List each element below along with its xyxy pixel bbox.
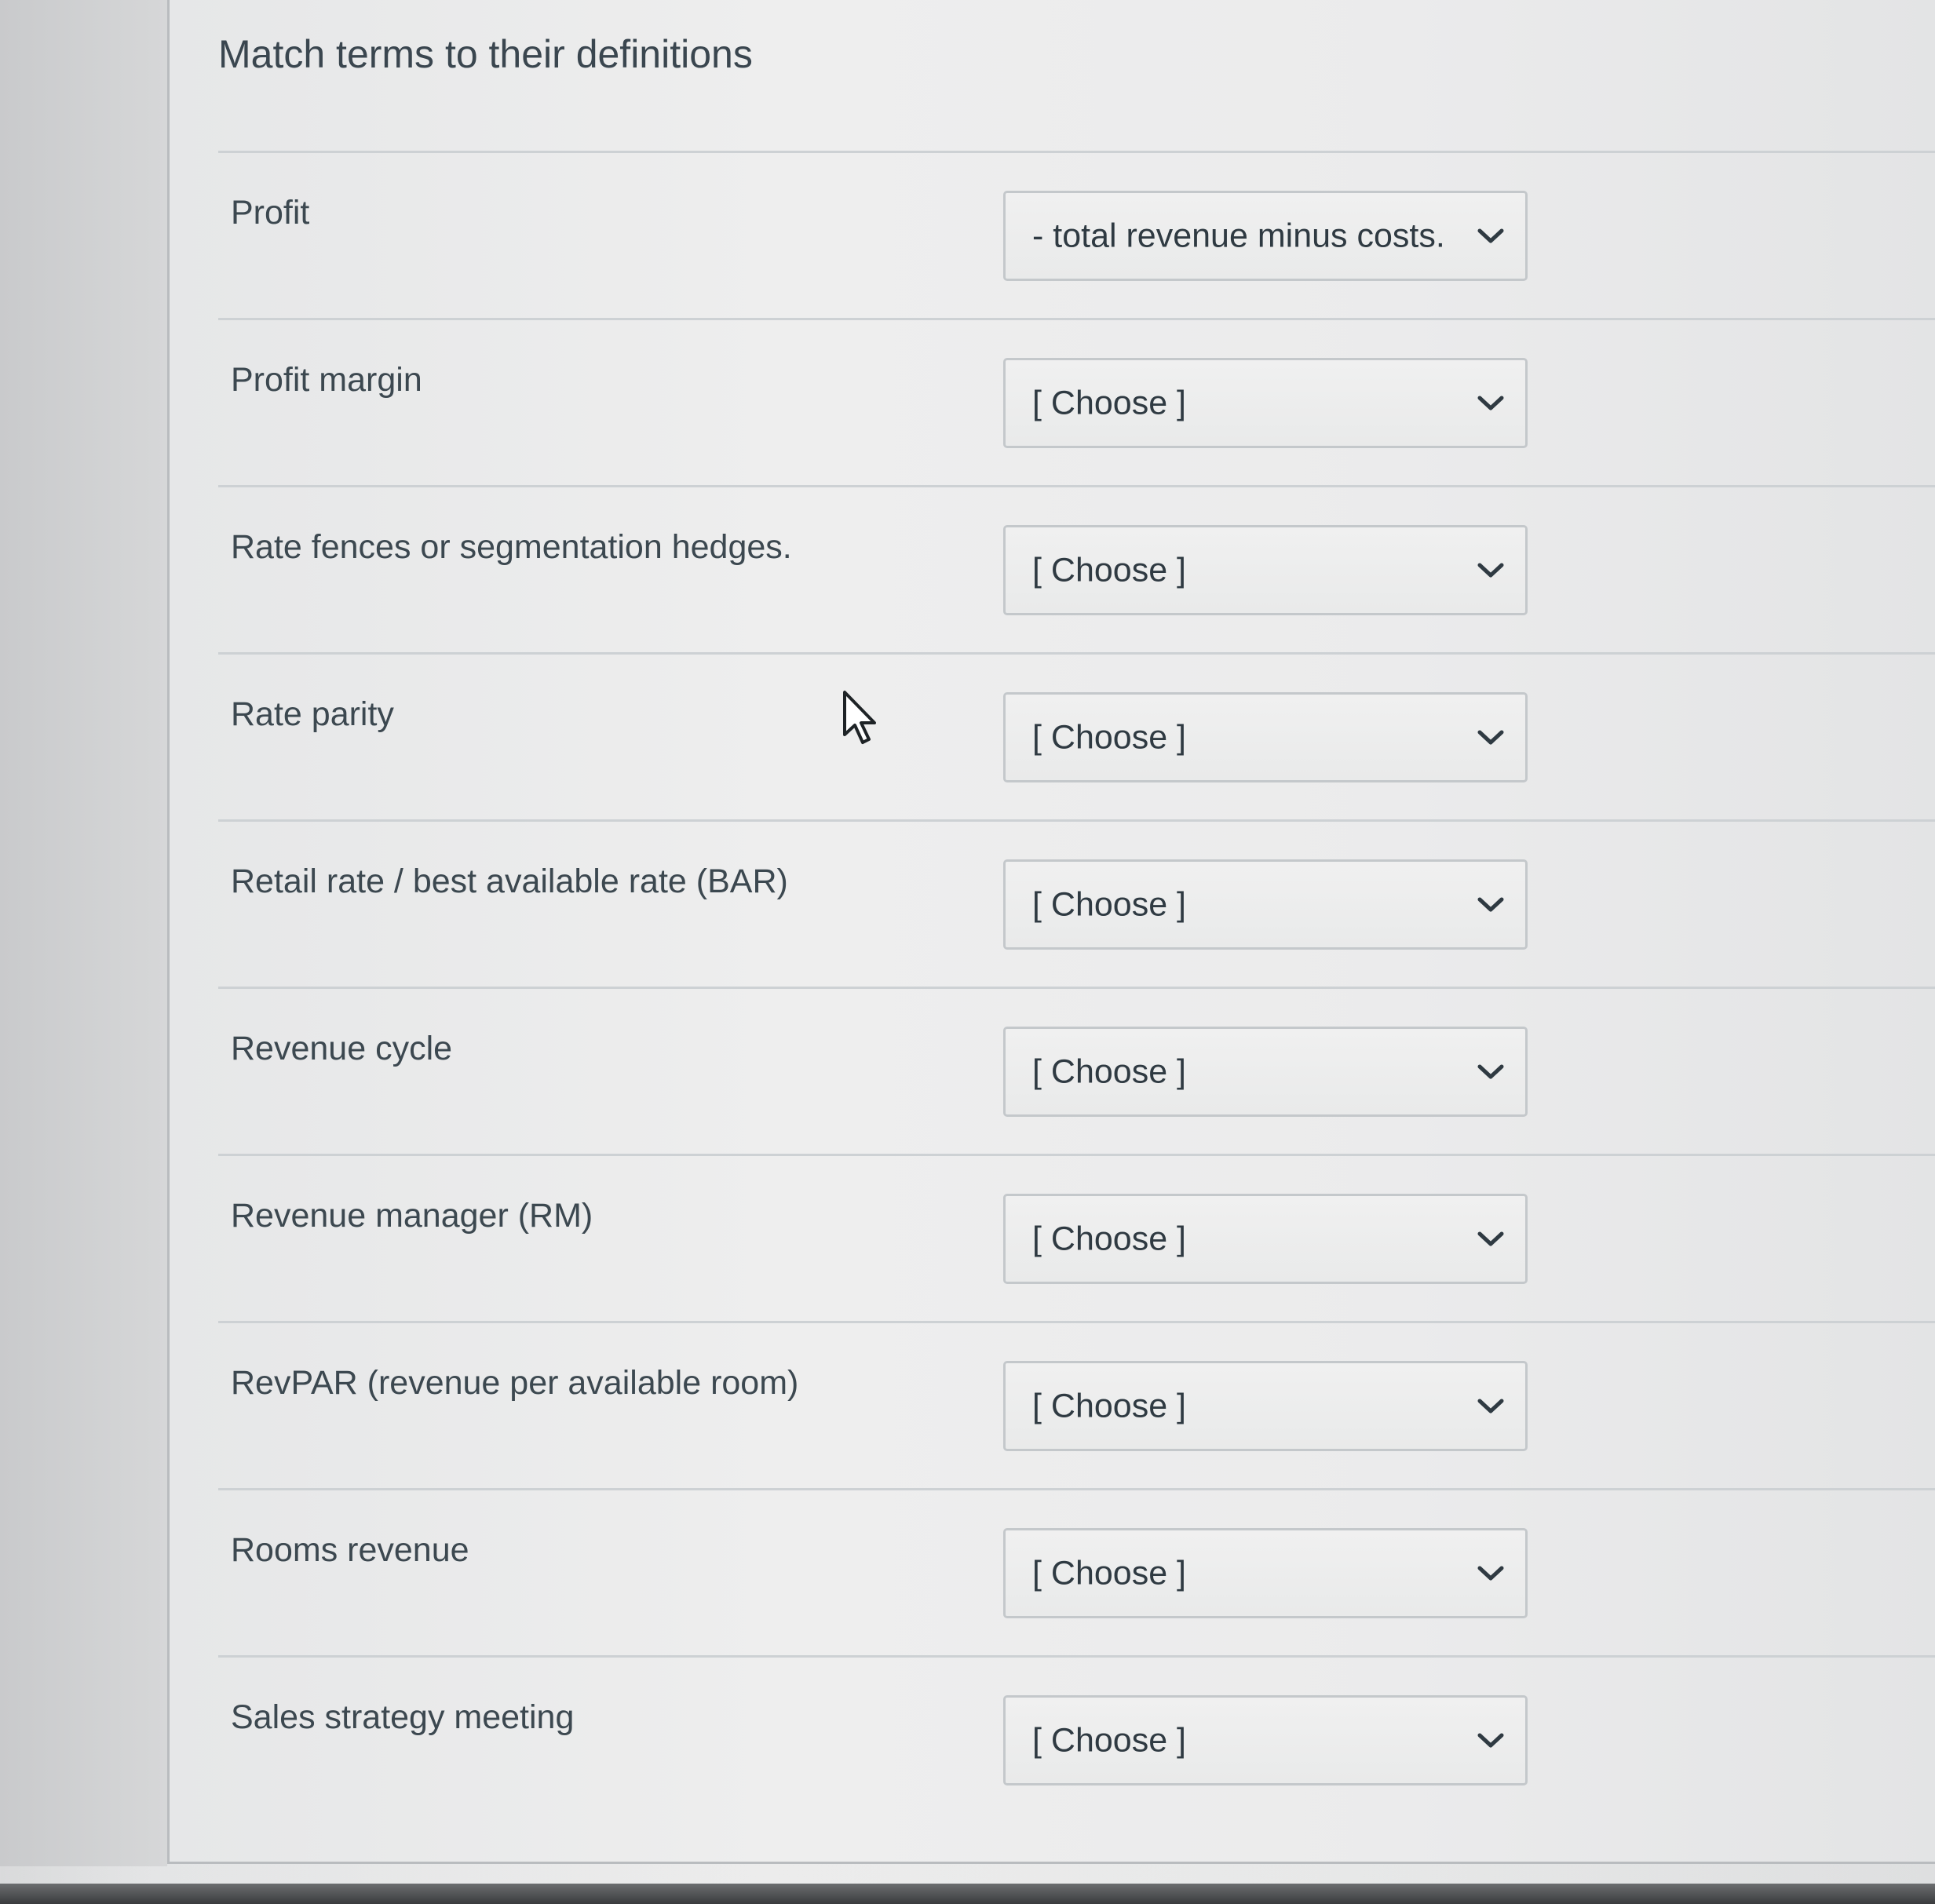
match-row: RevPAR (revenue per available room) [ Ch… <box>218 1321 1935 1488</box>
select-value: [ Choose ] <box>1032 1554 1186 1592</box>
select-value: [ Choose ] <box>1032 1387 1186 1424</box>
select-value: [ Choose ] <box>1032 885 1186 923</box>
chevron-down-icon <box>1477 396 1504 410</box>
definition-select[interactable]: [ Choose ] <box>1003 692 1528 782</box>
definition-select[interactable]: [ Choose ] <box>1003 1027 1528 1117</box>
select-value: [ Choose ] <box>1032 384 1186 421</box>
definition-select[interactable]: [ Choose ] <box>1003 1695 1528 1785</box>
term-label: Revenue manager (RM) <box>231 1197 593 1235</box>
definition-select[interactable]: [ Choose ] <box>1003 525 1528 615</box>
chevron-down-icon <box>1477 563 1504 577</box>
select-value: [ Choose ] <box>1032 1721 1186 1759</box>
term-label: Profit <box>231 194 310 232</box>
chevron-down-icon <box>1477 1566 1504 1580</box>
term-label: RevPAR (revenue per available room) <box>231 1364 799 1402</box>
match-row: Profit margin [ Choose ] <box>218 318 1935 485</box>
definition-select[interactable]: [ Choose ] <box>1003 358 1528 448</box>
chevron-down-icon <box>1477 1399 1504 1413</box>
match-row: Rate parity [ Choose ] <box>218 652 1935 819</box>
match-row: Revenue cycle [ Choose ] <box>218 987 1935 1154</box>
select-value: [ Choose ] <box>1032 1052 1186 1090</box>
select-value: [ Choose ] <box>1032 551 1186 589</box>
match-row: Revenue manager (RM) [ Choose ] <box>218 1154 1935 1321</box>
screen-bottom-edge <box>0 1884 1935 1904</box>
term-label: Retail rate / best available rate (BAR) <box>231 863 788 900</box>
match-row: Sales strategy meeting [ Choose ] <box>218 1655 1935 1822</box>
match-row: Rate fences or segmentation hedges. [ Ch… <box>218 485 1935 652</box>
chevron-down-icon <box>1477 1733 1504 1747</box>
term-label: Rate parity <box>231 695 394 733</box>
match-row: Retail rate / best available rate (BAR) … <box>218 819 1935 987</box>
definition-select[interactable]: - total revenue minus costs. <box>1003 191 1528 281</box>
term-label: Rate fences or segmentation hedges. <box>231 528 792 566</box>
quiz-question-panel: Match terms to their definitions Profit … <box>167 0 1935 1864</box>
question-title: Match terms to their definitions <box>218 32 753 76</box>
chevron-down-icon <box>1477 897 1504 911</box>
definition-select[interactable]: [ Choose ] <box>1003 1528 1528 1618</box>
chevron-down-icon <box>1477 228 1504 243</box>
match-row: Profit - total revenue minus costs. <box>218 151 1935 318</box>
match-row: Rooms revenue [ Choose ] <box>218 1488 1935 1655</box>
chevron-down-icon <box>1477 1231 1504 1246</box>
mouse-cursor-icon <box>843 691 876 744</box>
select-value: - total revenue minus costs. <box>1032 217 1445 254</box>
chevron-down-icon <box>1477 730 1504 744</box>
term-label: Sales strategy meeting <box>231 1698 575 1736</box>
matching-list: Profit - total revenue minus costs. Prof… <box>218 151 1935 1822</box>
term-label: Profit margin <box>231 361 422 399</box>
definition-select[interactable]: [ Choose ] <box>1003 1194 1528 1284</box>
definition-select[interactable]: [ Choose ] <box>1003 1361 1528 1451</box>
term-label: Rooms revenue <box>231 1531 469 1569</box>
select-value: [ Choose ] <box>1032 1220 1186 1257</box>
term-label: Revenue cycle <box>231 1030 453 1067</box>
select-value: [ Choose ] <box>1032 718 1186 756</box>
left-gutter <box>0 0 167 1866</box>
chevron-down-icon <box>1477 1064 1504 1078</box>
definition-select[interactable]: [ Choose ] <box>1003 859 1528 950</box>
